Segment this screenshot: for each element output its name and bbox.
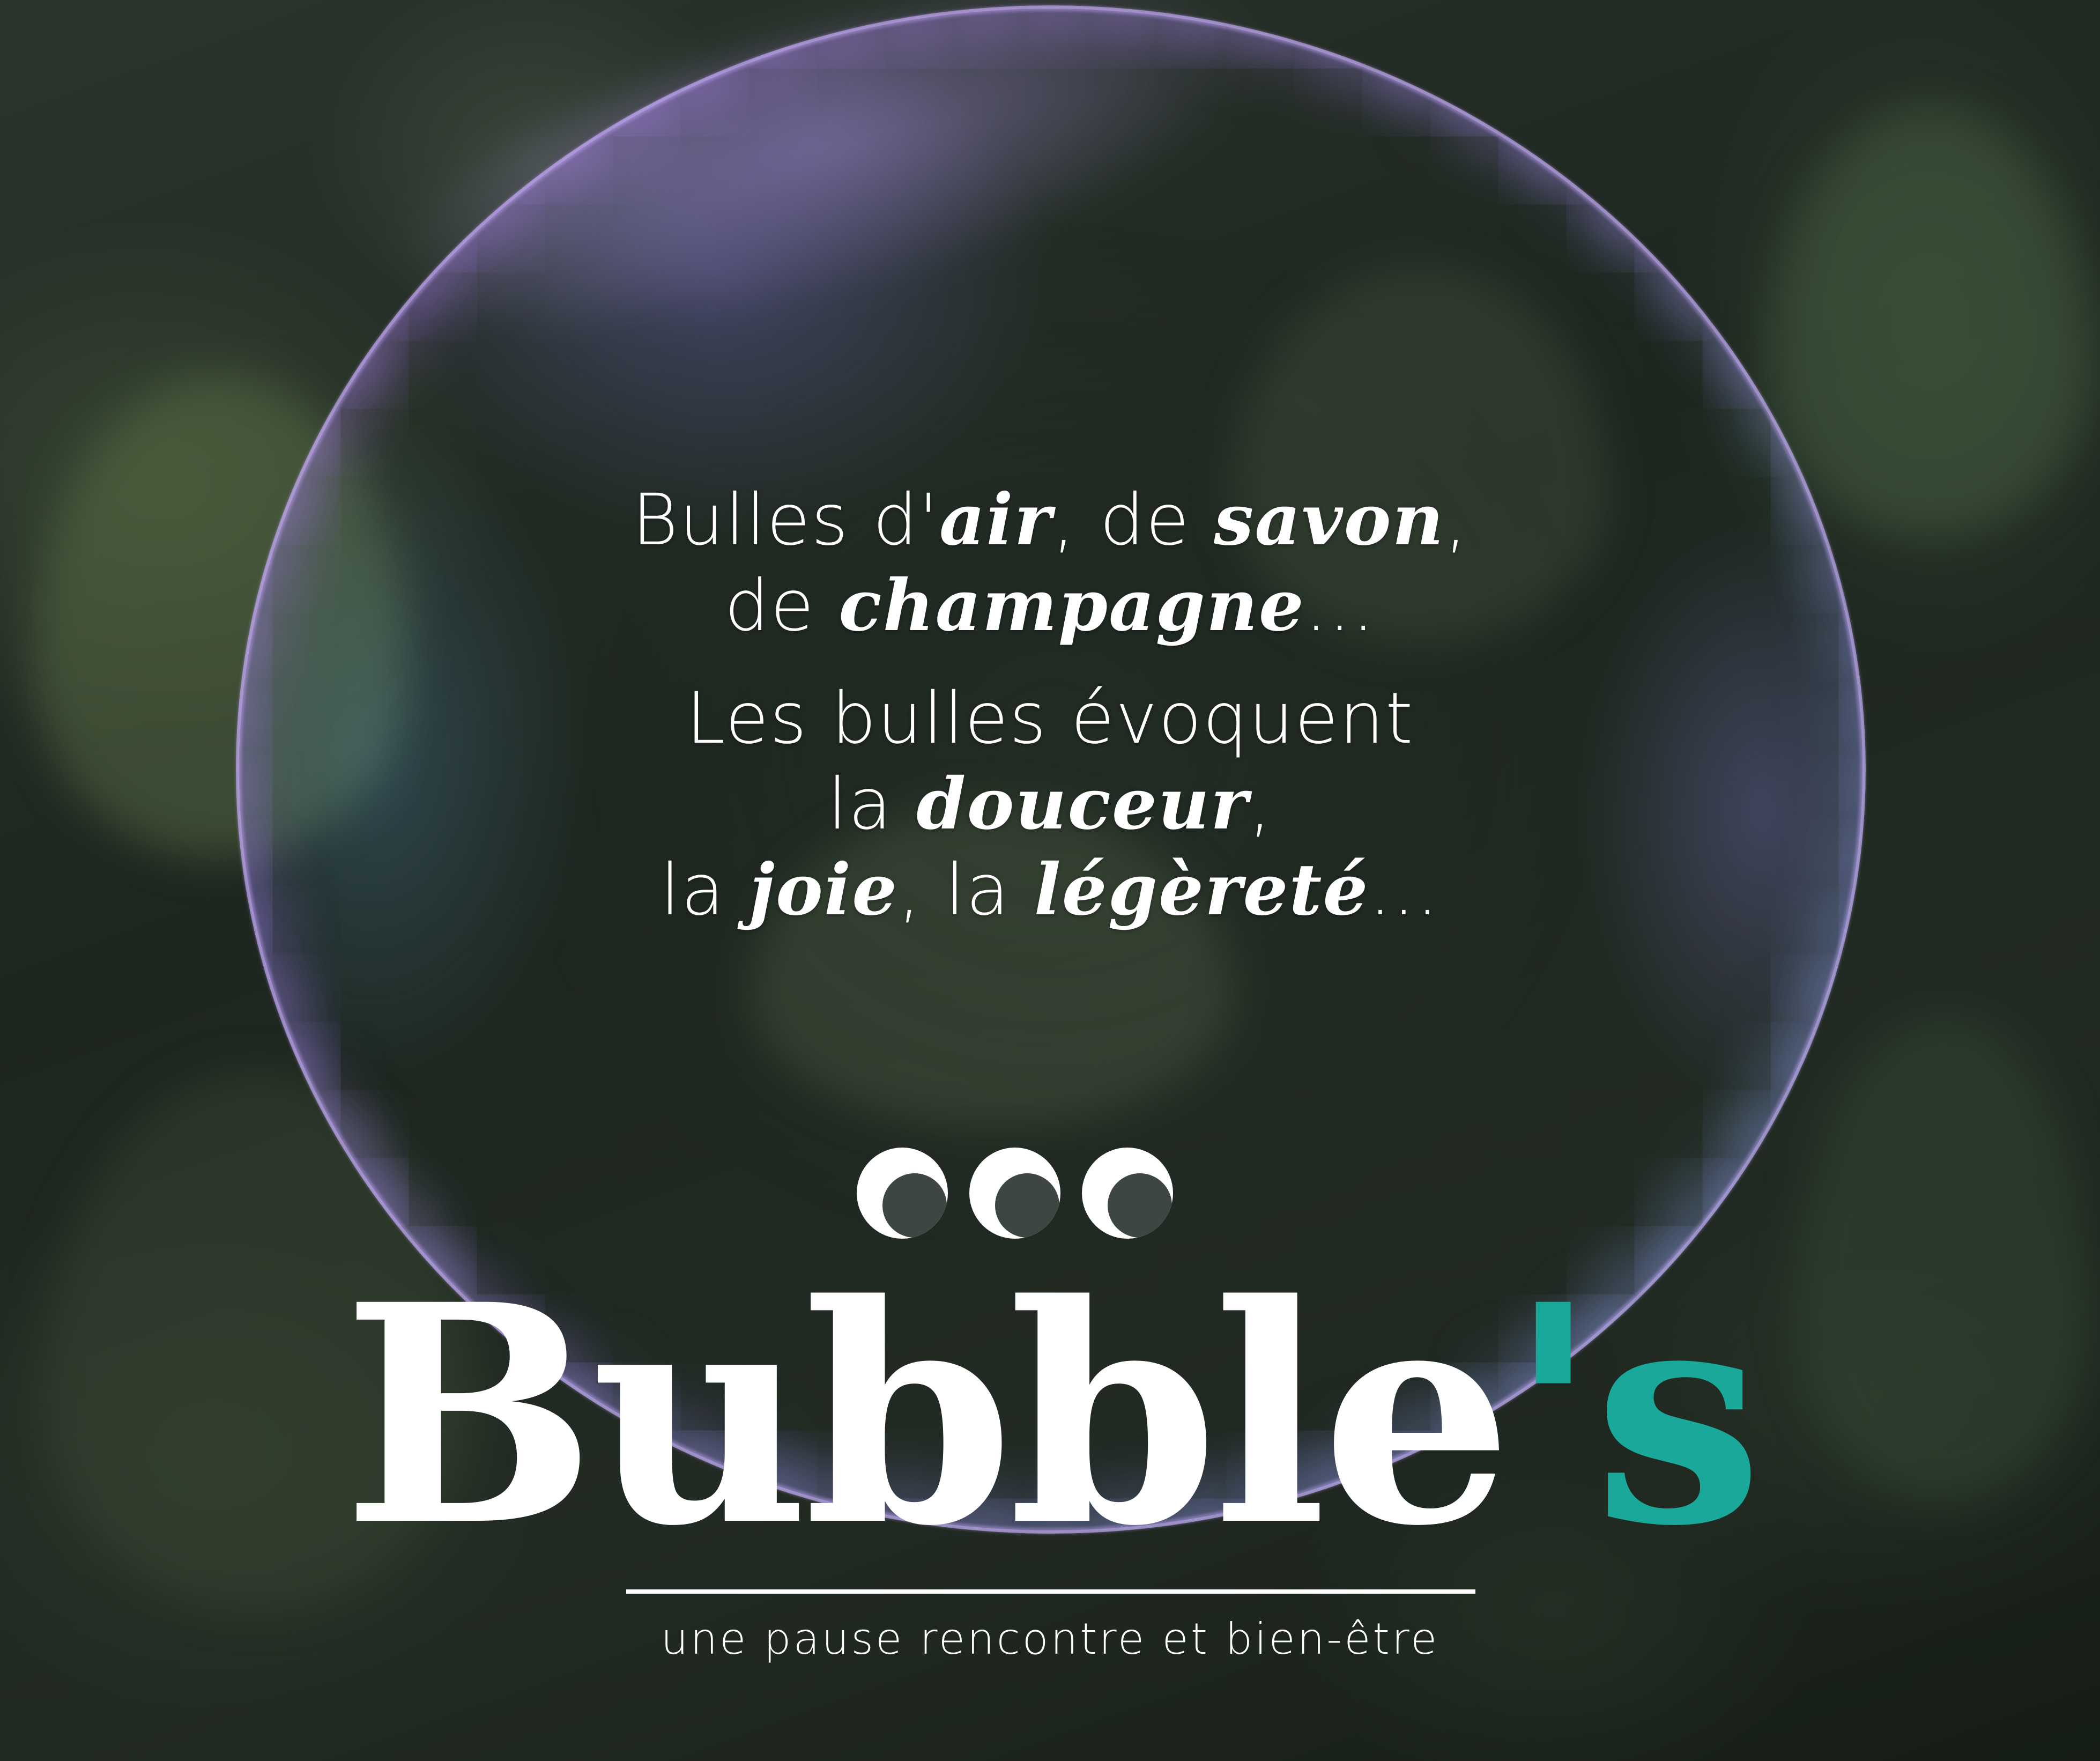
quote-line-3: Les bulles évoquent [686,677,1414,760]
brand-logo: Bubble's [0,1255,2100,1577]
emphasis-word: légèreté [1034,848,1369,931]
logo-dot-icon [857,1148,948,1239]
blurred-leaf [1769,107,2091,536]
divider [626,1589,1475,1594]
logo-dot-icon [969,1148,1060,1239]
emphasis-word: joie [749,848,899,931]
quote-line-5: la joie, la légèreté... [660,848,1440,931]
emphasis-word: savon [1214,478,1445,561]
logo-dot-icon [1082,1148,1173,1239]
emphasis-word: douceur [916,763,1249,846]
logo-dots [857,1148,1173,1239]
quote-text: Bulles d'air, de savon, de champagne... … [0,477,2100,933]
brand-suffix: s [1593,1239,1763,1592]
photo-background: Bulles d'air, de savon, de champagne... … [0,0,2100,1761]
emphasis-word: air [939,478,1053,561]
brand-apostrophe: ' [1507,1239,1599,1592]
quote-line-2: de champagne... [724,564,1376,647]
emphasis-word: champagne [838,564,1305,647]
tagline: une pause rencontre et bien-être [661,1614,1439,1664]
brand-name: Bubble [342,1239,1513,1592]
quote-line-1: Bulles d'air, de savon, [632,478,1468,561]
quote-line-4: la douceur, [827,763,1273,846]
